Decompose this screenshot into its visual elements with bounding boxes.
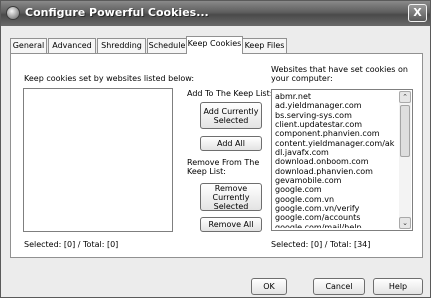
cancel-button[interactable]: Cancel bbox=[313, 278, 365, 295]
website-list-item[interactable]: dl.javafx.com bbox=[274, 148, 398, 157]
websites-list-box[interactable]: abmr.net ad.yieldmanager.com bs.serving-sy… bbox=[271, 89, 413, 231]
window-title: Configure Powerful Cookies... bbox=[25, 6, 209, 19]
keep-list-status: Selected: [0] / Total: [0] bbox=[24, 240, 119, 249]
website-list-item[interactable]: download.onboom.com bbox=[274, 157, 398, 166]
website-list-item[interactable]: client.updatestar.com bbox=[274, 120, 398, 129]
website-list-item[interactable]: bs.serving-sys.com bbox=[274, 111, 398, 120]
ok-button[interactable]: OK bbox=[251, 278, 287, 295]
website-list-item[interactable]: content.yieldmanager.com/ak bbox=[274, 139, 398, 148]
app-icon bbox=[6, 6, 20, 20]
website-list-item[interactable]: ad.yieldmanager.com bbox=[274, 101, 398, 110]
keep-list-label: Keep cookies set by websites listed belo… bbox=[24, 74, 195, 83]
website-list-item[interactable]: download.phanvien.com bbox=[274, 167, 398, 176]
help-button[interactable]: Help bbox=[373, 278, 423, 295]
websites-scrollbar[interactable]: ⌃ ⌄ bbox=[399, 91, 411, 229]
remove-all-button[interactable]: Remove All bbox=[200, 217, 262, 232]
websites-status: Selected: [0] / Total: [34] bbox=[271, 240, 371, 249]
website-list-item[interactable]: component.phanvien.com bbox=[274, 129, 398, 138]
website-list-item[interactable]: google.com.vn/verify bbox=[274, 204, 398, 213]
keep-list-box[interactable] bbox=[23, 88, 173, 232]
remove-heading: Remove From The Keep List: bbox=[187, 158, 260, 176]
website-list-item[interactable]: google.com/mail/help bbox=[274, 223, 398, 228]
configure-cookies-dialog: Configure Powerful Cookies... X General … bbox=[0, 0, 431, 298]
add-all-button[interactable]: Add All bbox=[200, 136, 262, 151]
tab-advanced[interactable]: Advanced bbox=[48, 38, 96, 53]
tab-keep-files[interactable]: Keep Files bbox=[242, 38, 287, 53]
website-list-item[interactable]: google.com.vn bbox=[274, 195, 398, 204]
tab-schedule[interactable]: Schedule bbox=[147, 38, 187, 53]
title-bar[interactable]: Configure Powerful Cookies... X bbox=[1, 1, 430, 26]
remove-currently-selected-button[interactable]: Remove Currently Selected bbox=[200, 183, 262, 211]
website-list-item[interactable]: google.com/accounts bbox=[274, 213, 398, 222]
tab-keep-cookies[interactable]: Keep Cookies bbox=[186, 36, 243, 54]
websites-label: Websites that have set cookies on your c… bbox=[271, 65, 408, 83]
add-currently-selected-button[interactable]: Add Currently Selected bbox=[200, 102, 262, 129]
website-list-item[interactable]: gevamobile.com bbox=[274, 176, 398, 185]
chevron-up-icon[interactable]: ⌃ bbox=[399, 91, 411, 103]
tab-general[interactable]: General bbox=[10, 38, 47, 53]
website-list-item[interactable]: google.com bbox=[274, 185, 398, 194]
tab-shredding[interactable]: Shredding bbox=[97, 38, 146, 53]
close-button[interactable]: X bbox=[408, 4, 427, 22]
websites-items: abmr.net ad.yieldmanager.com bs.serving-sy… bbox=[274, 92, 398, 228]
website-list-item[interactable]: abmr.net bbox=[274, 92, 398, 101]
scrollbar-thumb[interactable] bbox=[400, 105, 410, 157]
chevron-down-icon[interactable]: ⌄ bbox=[399, 217, 411, 229]
keep-cookies-panel: Keep cookies set by websites listed belo… bbox=[10, 53, 423, 258]
add-heading: Add To The Keep List: bbox=[187, 89, 273, 98]
